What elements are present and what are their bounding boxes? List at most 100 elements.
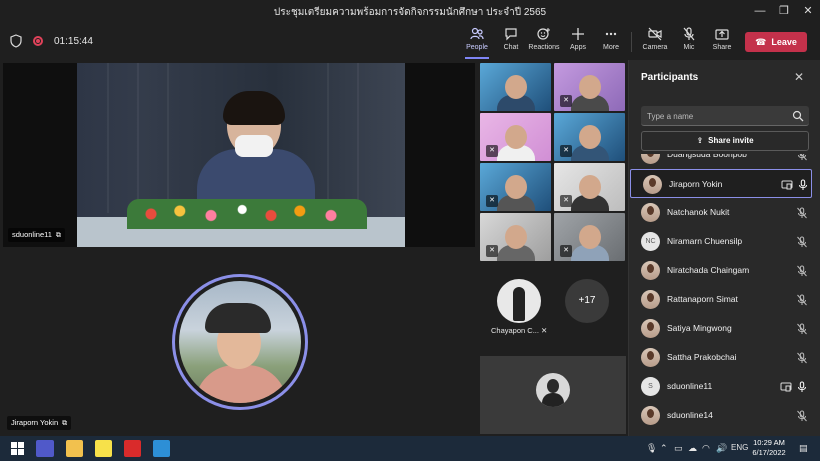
participant-avatar: S bbox=[641, 377, 660, 396]
avatar-figure bbox=[513, 287, 525, 321]
participant-name: Rattanaporn Simat bbox=[667, 294, 738, 304]
participant-head bbox=[579, 175, 601, 199]
chayapon-name: Chayapon C... bbox=[491, 326, 539, 335]
people-button[interactable]: People bbox=[459, 27, 495, 57]
chat-button[interactable]: Chat bbox=[493, 27, 529, 57]
teams-icon[interactable] bbox=[36, 440, 54, 457]
sticky-notes-icon[interactable] bbox=[95, 440, 112, 457]
gallery-tile[interactable]: ✕ bbox=[554, 213, 625, 261]
mic-off-icon bbox=[796, 235, 808, 248]
main-video-feed[interactable]: sduonline11 ⧉ bbox=[3, 63, 475, 247]
gallery-tile[interactable]: ✕ bbox=[554, 113, 625, 161]
participant-name: sduonline14 bbox=[667, 410, 713, 420]
leave-button[interactable]: ☎ Leave bbox=[745, 32, 807, 52]
participant-row[interactable]: NC Niramarn Chuensilp bbox=[629, 227, 820, 256]
participant-name: Duangsuda Boonpob bbox=[667, 154, 747, 159]
participant-avatar bbox=[536, 373, 570, 407]
gallery-tile[interactable] bbox=[480, 63, 551, 111]
mic-label: Mic bbox=[683, 44, 695, 51]
mic-off-icon bbox=[796, 351, 808, 364]
camera-button[interactable]: Camera bbox=[637, 27, 673, 57]
spotlight-avatar[interactable] bbox=[172, 274, 308, 410]
participant-row[interactable]: sduonline14 bbox=[629, 401, 820, 430]
more-icon bbox=[605, 32, 617, 36]
mic-tray-icon[interactable]: 🎙 bbox=[646, 443, 657, 454]
mic-button[interactable]: Mic bbox=[671, 27, 707, 57]
curtain-fold bbox=[167, 63, 169, 213]
taskbar-clock[interactable]: 10:29 AM 6/17/2022 bbox=[747, 438, 791, 458]
acrobat-icon[interactable] bbox=[124, 440, 141, 457]
meeting-timer: 01:15:44 bbox=[54, 36, 93, 47]
video-scene bbox=[77, 63, 405, 247]
language-indicator[interactable]: ENG bbox=[731, 443, 748, 452]
spotlight-photo bbox=[179, 281, 301, 403]
more-participants-button[interactable]: +17 bbox=[565, 279, 609, 323]
windows-start-icon[interactable] bbox=[9, 440, 26, 457]
participant-row[interactable]: Sattha Prakobchai bbox=[629, 343, 820, 372]
participant-list: Duangsuda Boonpob Jiraporn Yokin Natchanok… bbox=[629, 154, 820, 436]
share-invite-label: Share invite bbox=[708, 136, 754, 145]
mic-on-icon bbox=[796, 380, 808, 392]
small-video-tile[interactable] bbox=[480, 356, 626, 434]
avatar-torso bbox=[195, 365, 287, 403]
participant-row[interactable]: Rattanaporn Simat bbox=[629, 285, 820, 314]
participant-row[interactable]: Jiraporn Yokin bbox=[630, 169, 812, 198]
shield-icon[interactable] bbox=[10, 34, 22, 48]
battery-icon[interactable]: ▭ bbox=[674, 443, 683, 454]
teams-meeting-window: ประชุมเตรียมความพร้อมการจัดกิจกรรมนักศึก… bbox=[0, 0, 820, 461]
gallery-tile[interactable]: ✕ bbox=[480, 113, 551, 161]
gallery-tile[interactable]: ✕ bbox=[480, 163, 551, 211]
photos-icon[interactable] bbox=[153, 440, 170, 457]
participant-row[interactable]: Satiya Mingwong bbox=[629, 314, 820, 343]
maximize-button[interactable]: ❐ bbox=[776, 3, 792, 19]
participant-head bbox=[505, 225, 527, 249]
more-button[interactable]: More bbox=[593, 27, 629, 57]
avatar-body bbox=[542, 393, 564, 407]
minimize-button[interactable]: — bbox=[752, 3, 768, 19]
wifi-icon[interactable]: ◠ bbox=[702, 443, 710, 454]
mic-off-icon: ✕ bbox=[541, 326, 548, 335]
participant-row[interactable]: Ssduonline11 bbox=[629, 372, 820, 401]
chayapon-avatar[interactable] bbox=[497, 279, 541, 323]
clock-time: 10:29 AM bbox=[753, 438, 785, 447]
participant-avatar bbox=[641, 406, 660, 425]
participant-name: Niramarn Chuensilp bbox=[667, 236, 743, 246]
apps-button[interactable]: Apps bbox=[560, 27, 596, 57]
reactions-label: Reactions bbox=[528, 44, 560, 51]
screen-share-icon[interactable] bbox=[780, 380, 792, 392]
gallery-tile[interactable]: ✕ bbox=[554, 163, 625, 211]
participant-name: Satiya Mingwong bbox=[667, 323, 732, 333]
close-panel-icon[interactable]: ✕ bbox=[794, 70, 804, 84]
participant-name: Niratchada Chaingam bbox=[667, 265, 750, 275]
search-icon[interactable] bbox=[792, 110, 804, 122]
participant-avatar: NC bbox=[641, 232, 660, 251]
cloud-icon[interactable]: ☁ bbox=[688, 443, 697, 454]
notifications-icon[interactable]: ▤ bbox=[799, 443, 808, 454]
search-input[interactable] bbox=[647, 109, 787, 123]
screen-share-icon[interactable] bbox=[781, 178, 793, 190]
apps-label: Apps bbox=[570, 44, 586, 51]
participant-row[interactable]: Duangsuda Boonpob bbox=[629, 154, 820, 169]
gallery-tile[interactable]: ✕ bbox=[480, 213, 551, 261]
reactions-button[interactable]: Reactions bbox=[526, 27, 562, 57]
chevron-up-icon[interactable]: ⌃ bbox=[660, 443, 668, 454]
spotlight-name: Jiraporn Yokin bbox=[11, 418, 59, 427]
gallery-tile[interactable]: ✕ bbox=[554, 63, 625, 111]
volume-icon[interactable]: 🔊 bbox=[716, 443, 727, 454]
participant-avatar bbox=[641, 290, 660, 309]
leave-label: Leave bbox=[771, 37, 797, 47]
participant-head bbox=[505, 125, 527, 149]
participant-row[interactable]: Niratchada Chaingam bbox=[629, 256, 820, 285]
reactions-icon bbox=[537, 28, 550, 40]
close-window-button[interactable]: ✕ bbox=[800, 3, 816, 19]
mic-off-icon: ✕ bbox=[486, 195, 498, 207]
flower-arrangement bbox=[127, 199, 367, 229]
share-button[interactable]: Share bbox=[704, 27, 740, 57]
panel-title: Participants bbox=[641, 72, 699, 83]
mic-off-icon bbox=[796, 293, 808, 306]
participant-row[interactable]: Natchanok Nukit bbox=[629, 198, 820, 227]
share-invite-button[interactable]: ⇪ Share invite bbox=[641, 131, 809, 151]
speaker-hair bbox=[223, 91, 285, 125]
file-explorer-icon[interactable] bbox=[66, 440, 83, 457]
meeting-toolbar: 01:15:44 People Chat Reactions Apps More… bbox=[0, 22, 820, 60]
